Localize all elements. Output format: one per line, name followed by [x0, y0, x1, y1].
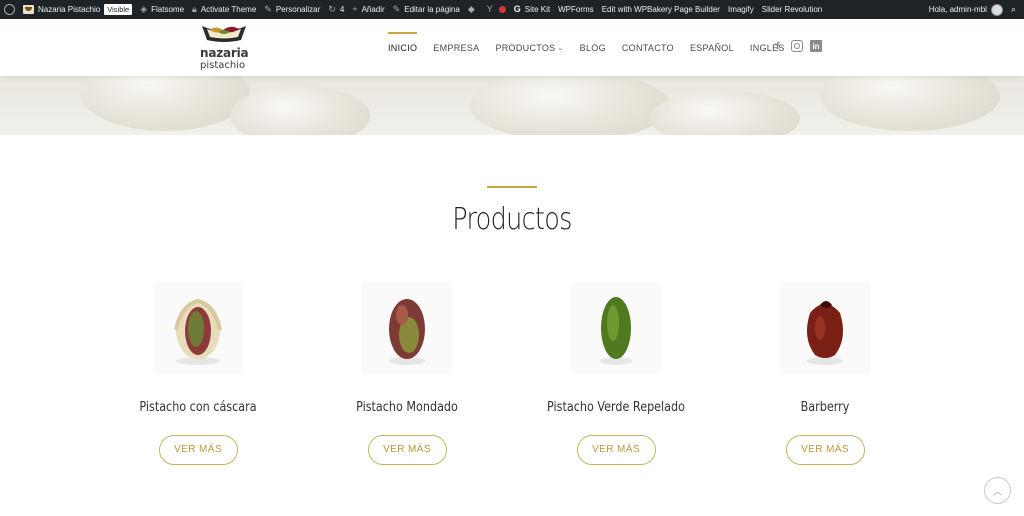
nav-item-blog[interactable]: BLOG: [572, 19, 614, 76]
product-card: Pistacho Verde Repelado VER MÁS: [526, 283, 706, 465]
logo-subtitle: pistachio: [200, 60, 246, 71]
wpforms-label: WPForms: [558, 5, 594, 14]
nav-item-espanol[interactable]: ESPAÑOL: [682, 19, 742, 76]
site-kit-menu[interactable]: G Site Kit: [510, 0, 554, 19]
edit-page-label: Editar la página: [404, 5, 460, 14]
updates-count: 4: [339, 5, 345, 14]
update-icon: ↻: [328, 4, 336, 14]
yoast-icon: Y: [486, 4, 493, 14]
activate-theme-label: Activate Theme: [200, 5, 257, 14]
wpbakery-label: Edit with WPBakery Page Builder: [601, 5, 720, 14]
edit-page-link[interactable]: ✎ Editar la página: [389, 0, 464, 19]
ver-mas-button[interactable]: VER MÁS: [785, 435, 865, 465]
pistachio-in-shell-image: [174, 298, 222, 365]
new-content-label: Añadir: [361, 5, 385, 14]
social-links: f in: [772, 40, 822, 52]
activate-theme-link[interactable]: 🔒︎ Activate Theme: [188, 0, 260, 19]
instagram-icon[interactable]: [791, 40, 803, 52]
barberry-image: [806, 301, 844, 365]
product-image[interactable]: [153, 283, 243, 373]
greeting-label: Hola, admin-mbl: [928, 5, 987, 14]
product-card: Pistacho Mondado VER MÁS: [317, 283, 497, 465]
diamond-icon: ◆: [467, 4, 475, 14]
seo-status-dot: [498, 6, 506, 13]
peeled-green-pistachio-image: [600, 297, 632, 365]
flatsome-icon: ◈: [140, 4, 148, 14]
product-image[interactable]: [571, 283, 661, 373]
shelled-pistachio-image: [389, 299, 425, 365]
back-to-top-button[interactable]: ︿: [984, 477, 1011, 504]
yoast-menu[interactable]: Y: [483, 0, 510, 19]
diamond-menu[interactable]: ◆: [464, 0, 483, 19]
imagify-menu[interactable]: Imagify: [724, 0, 758, 19]
nav-item-contacto[interactable]: CONTACTO: [614, 19, 682, 76]
nav-item-empresa[interactable]: EMPRESA: [425, 19, 487, 76]
wpforms-menu[interactable]: WPForms: [554, 0, 598, 19]
product-image[interactable]: [780, 283, 870, 373]
wp-admin-bar: Nazaria Pistachio Visible ◈ Flatsome 🔒︎ Ac…: [0, 0, 1024, 19]
product-card: Barberry VER MÁS: [735, 283, 915, 465]
section-divider: [487, 186, 537, 188]
nav-item-inicio[interactable]: INICIO: [380, 19, 425, 76]
site-favicon-icon: [23, 5, 34, 14]
site-name-menu[interactable]: Nazaria Pistachio Visible: [19, 0, 136, 19]
search-icon: ⌕: [1010, 4, 1016, 14]
section-title: Productos: [452, 202, 572, 237]
customize-label: Personalizar: [275, 5, 321, 14]
site-kit-label: Site Kit: [524, 5, 551, 14]
nav-item-productos-label: PRODUCTOS: [495, 42, 556, 53]
flatsome-menu[interactable]: ◈ Flatsome: [136, 0, 188, 19]
hero-nut-shape: [230, 86, 370, 135]
facebook-icon[interactable]: f: [772, 40, 784, 52]
linkedin-icon[interactable]: in: [810, 40, 822, 52]
chevron-down-icon: ⌄: [557, 44, 564, 52]
product-name[interactable]: Pistacho Verde Repelado: [539, 400, 694, 415]
product-name[interactable]: Pistacho con cáscara: [121, 400, 276, 415]
ver-mas-button[interactable]: VER MÁS: [158, 435, 238, 465]
lock-icon: 🔒︎: [192, 4, 197, 14]
brush-icon: ✎: [264, 4, 272, 14]
ver-mas-button[interactable]: VER MÁS: [576, 435, 656, 465]
main-nav: INICIO EMPRESA PRODUCTOS ⌄ BLOG CONTACTO …: [380, 19, 793, 76]
slider-revolution-menu[interactable]: Slider Revolution: [758, 0, 826, 19]
customize-link[interactable]: ✎ Personalizar: [260, 0, 324, 19]
product-name[interactable]: Barberry: [748, 400, 903, 415]
hero-nut-shape: [80, 76, 250, 131]
visible-badge: Visible: [104, 4, 133, 15]
hero-nut-shape: [820, 76, 1000, 131]
product-card: Pistacho con cáscara VER MÁS: [108, 283, 288, 465]
pistachio-logo-icon: [202, 26, 246, 42]
hero-banner: [0, 76, 1024, 135]
my-account-menu[interactable]: Hola, admin-mbl: [925, 0, 1007, 19]
admin-search-button[interactable]: ⌕: [1007, 0, 1024, 19]
product-name[interactable]: Pistacho Mondado: [330, 400, 485, 415]
slider-revolution-label: Slider Revolution: [761, 5, 823, 14]
flatsome-label: Flatsome: [151, 5, 185, 14]
logo-name: nazaria: [200, 46, 249, 60]
product-image[interactable]: [362, 283, 452, 373]
updates-link[interactable]: ↻ 4: [324, 0, 348, 19]
site-logo[interactable]: nazaria pistachio: [199, 22, 251, 74]
wp-logo-menu[interactable]: [0, 0, 19, 19]
chevron-up-icon: ︿: [992, 487, 1003, 498]
hero-nut-shape: [470, 76, 670, 135]
site-name-label: Nazaria Pistachio: [38, 5, 101, 14]
ver-mas-button[interactable]: VER MÁS: [367, 435, 447, 465]
hero-nut-shape: [650, 91, 800, 135]
plus-icon: +: [352, 4, 358, 14]
pencil-icon: ✎: [392, 4, 401, 14]
nav-item-productos[interactable]: PRODUCTOS ⌄: [487, 19, 571, 76]
site-header: nazaria pistachio INICIO EMPRESA PRODUCT…: [0, 19, 1024, 76]
new-content-menu[interactable]: + Añadir: [348, 0, 388, 19]
imagify-label: Imagify: [727, 5, 754, 14]
avatar: [990, 3, 1003, 16]
wordpress-icon: [4, 4, 15, 15]
wpbakery-link[interactable]: Edit with WPBakery Page Builder: [598, 0, 724, 19]
google-icon: G: [513, 4, 521, 14]
